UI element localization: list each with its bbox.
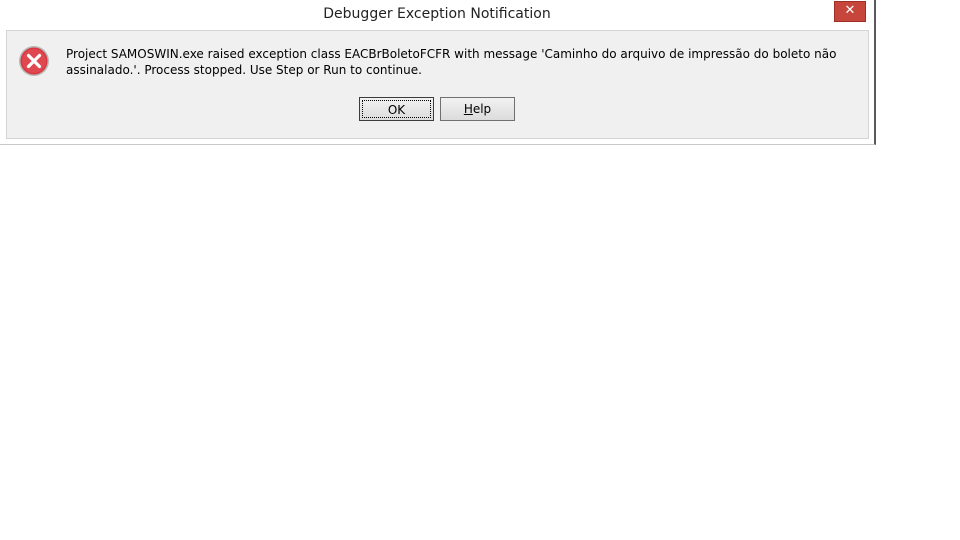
- title-bar[interactable]: Debugger Exception Notification ✕: [0, 0, 874, 30]
- help-mnemonic: H: [463, 102, 473, 116]
- dialog-body: Project SAMOSWIN.exe raised exception cl…: [6, 30, 869, 139]
- exception-dialog: Debugger Exception Notification ✕ Projec…: [0, 0, 876, 145]
- error-icon: [19, 46, 49, 76]
- close-icon: ✕: [844, 3, 856, 18]
- close-button[interactable]: ✕: [834, 1, 866, 22]
- exception-message: Project SAMOSWIN.exe raised exception cl…: [66, 47, 837, 77]
- ok-button[interactable]: OK: [359, 97, 434, 121]
- help-button[interactable]: Help: [440, 97, 515, 121]
- window-title: Debugger Exception Notification: [323, 6, 551, 22]
- help-button-label: elp: [472, 102, 492, 116]
- ok-button-label: OK: [362, 100, 431, 118]
